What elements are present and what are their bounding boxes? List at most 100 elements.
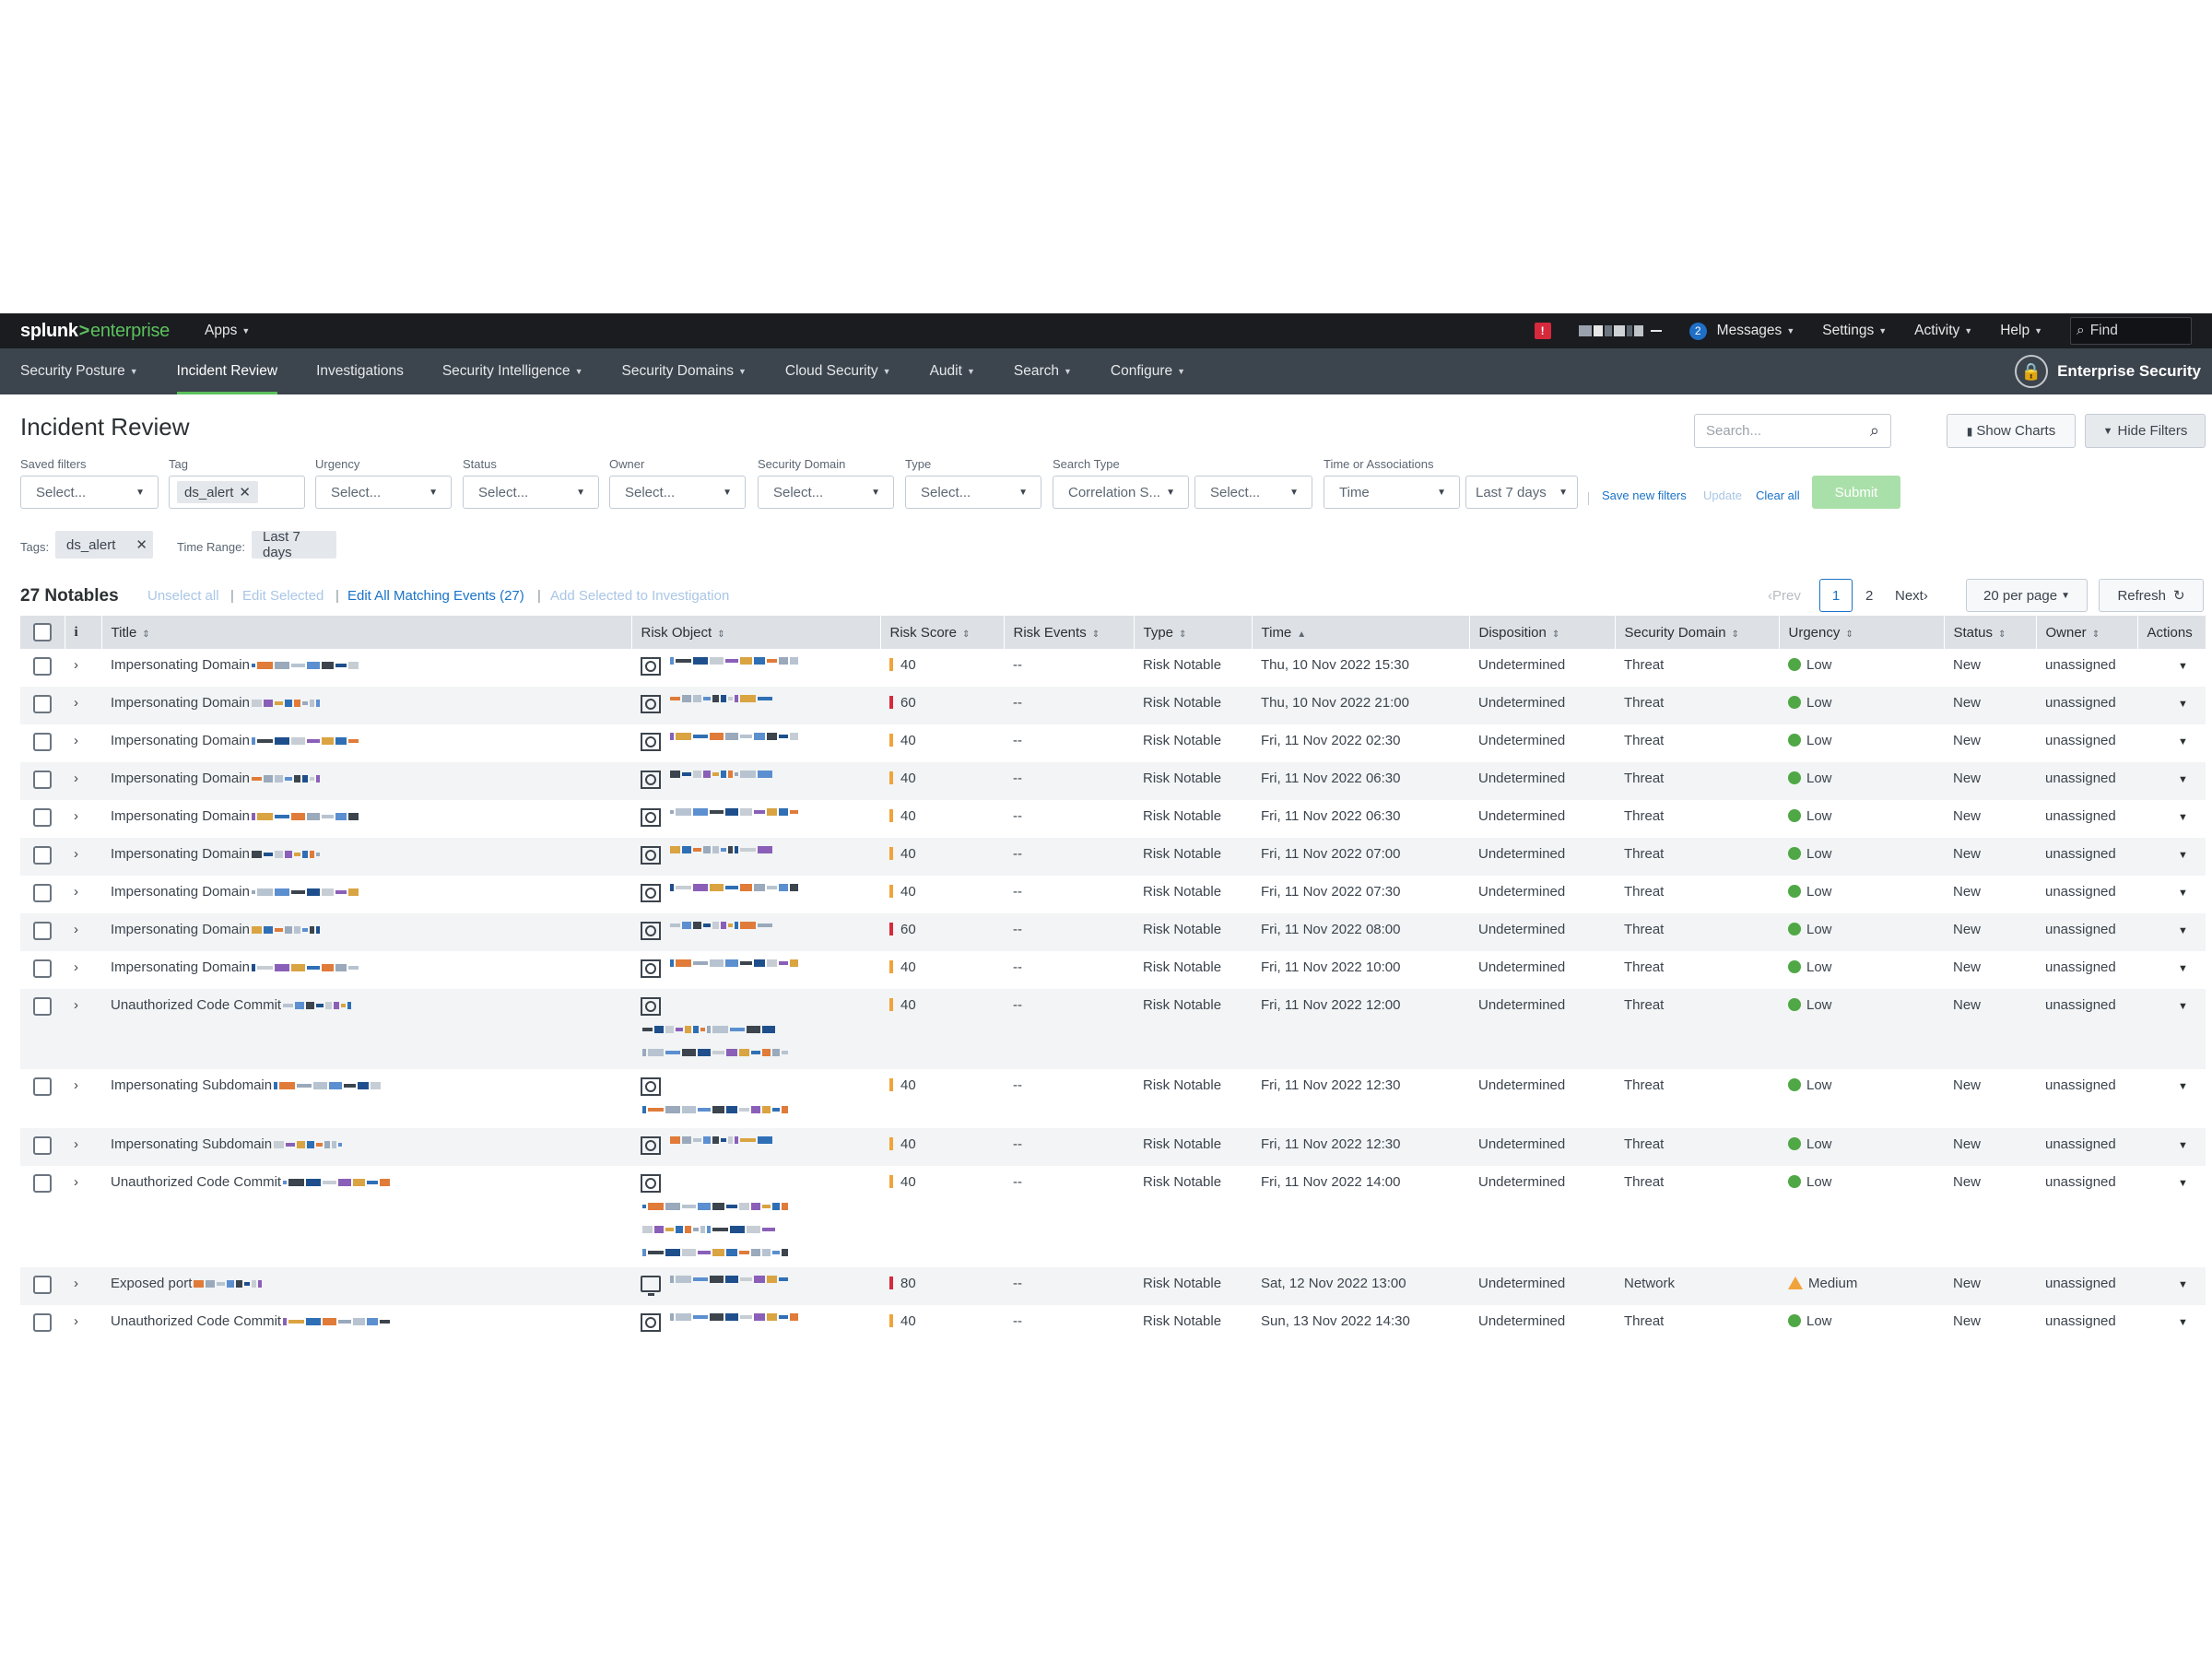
urgency-cell[interactable]: Medium <box>1779 1267 1944 1305</box>
disposition-cell[interactable]: Undetermined <box>1469 1305 1615 1343</box>
alert-icon[interactable]: ! <box>1534 323 1551 339</box>
risk-object[interactable] <box>641 808 880 827</box>
disposition-cell[interactable]: Undetermined <box>1469 800 1615 838</box>
actions-dropdown-icon[interactable]: ▼ <box>2178 1279 2188 1290</box>
chevron-right-icon[interactable]: › <box>74 657 78 673</box>
edit-all-matching-link[interactable]: Edit All Matching Events (27) <box>347 588 524 604</box>
urgency-cell[interactable]: Low <box>1779 687 1944 724</box>
owner-cell[interactable]: unassigned <box>2036 1069 2137 1128</box>
nav-investigations[interactable]: Investigations <box>316 348 404 394</box>
status-select[interactable]: Select... ▼ <box>463 476 599 509</box>
settings-menu[interactable]: Settings ▼ <box>1822 323 1887 339</box>
actions-dropdown-icon[interactable]: ▼ <box>2178 1140 2188 1151</box>
col-risk-events[interactable]: Risk Events ⇕ <box>1004 616 1135 649</box>
row-checkbox[interactable] <box>33 808 52 827</box>
disposition-cell[interactable]: Undetermined <box>1469 687 1615 724</box>
risk-object[interactable] <box>641 846 880 865</box>
urgency-select[interactable]: Select... ▼ <box>315 476 452 509</box>
status-cell[interactable]: New <box>1944 649 2036 687</box>
row-checkbox[interactable] <box>33 695 52 713</box>
search-type-secondary-select[interactable]: Select... ▼ <box>1194 476 1312 509</box>
nav-incident-review[interactable]: Incident Review <box>176 348 278 394</box>
owner-cell[interactable]: unassigned <box>2036 1128 2137 1166</box>
risk-object[interactable] <box>641 959 880 978</box>
submit-button[interactable]: Submit <box>1812 476 1900 509</box>
hide-filters-button[interactable]: ▼ Hide Filters <box>2085 414 2206 448</box>
title-cell[interactable]: Impersonating Domain <box>101 838 631 876</box>
col-time[interactable]: Time ▲ <box>1252 616 1470 649</box>
risk-object[interactable] <box>641 1174 880 1260</box>
title-cell[interactable]: Exposed port <box>101 1267 631 1305</box>
urgency-cell[interactable]: Low <box>1779 1069 1944 1128</box>
chevron-right-icon[interactable]: › <box>74 884 78 900</box>
row-checkbox[interactable] <box>33 657 52 676</box>
update-link[interactable]: Update <box>1703 488 1742 502</box>
row-checkbox[interactable] <box>33 959 52 978</box>
nav-security-posture[interactable]: Security Posture ▼ <box>20 348 138 394</box>
owner-cell[interactable]: unassigned <box>2036 838 2137 876</box>
table-row[interactable]: › Impersonating Domain 40 -- Risk Notable Fri… <box>20 838 2206 876</box>
actions-dropdown-icon[interactable]: ▼ <box>2178 963 2188 974</box>
actions-dropdown-icon[interactable]: ▼ <box>2178 661 2188 672</box>
status-cell[interactable]: New <box>1944 687 2036 724</box>
activity-menu[interactable]: Activity ▼ <box>1914 323 1972 339</box>
title-cell[interactable]: Impersonating Domain <box>101 724 631 762</box>
table-row[interactable]: › Impersonating Domain 60 -- Risk Notable Fri… <box>20 913 2206 951</box>
nav-configure[interactable]: Configure ▼ <box>1111 348 1185 394</box>
nav-security-intelligence[interactable]: Security Intelligence ▼ <box>442 348 583 394</box>
actions-dropdown-icon[interactable]: ▼ <box>2178 850 2188 861</box>
title-cell[interactable]: Impersonating Domain <box>101 800 631 838</box>
col-type[interactable]: Type ⇕ <box>1134 616 1253 649</box>
chevron-right-icon[interactable]: › <box>74 959 78 975</box>
risk-object[interactable] <box>641 657 880 676</box>
owner-cell[interactable]: unassigned <box>2036 1305 2137 1343</box>
urgency-cell[interactable]: Low <box>1779 1128 1944 1166</box>
table-row[interactable]: › Impersonating Domain 40 -- Risk Notable Fri… <box>20 724 2206 762</box>
urgency-cell[interactable]: Low <box>1779 838 1944 876</box>
next-page-link[interactable]: Next› <box>1895 588 1928 604</box>
show-charts-button[interactable]: ▮ Show Charts <box>1947 414 2076 448</box>
owner-cell[interactable]: unassigned <box>2036 876 2137 913</box>
messages-menu[interactable]: 2 Messages ▼ <box>1688 322 1794 340</box>
owner-cell[interactable]: unassigned <box>2036 687 2137 724</box>
owner-select[interactable]: Select... ▼ <box>609 476 746 509</box>
disposition-cell[interactable]: Undetermined <box>1469 838 1615 876</box>
nav-security-domains[interactable]: Security Domains ▼ <box>621 348 746 394</box>
chevron-right-icon[interactable]: › <box>74 1077 78 1093</box>
title-cell[interactable]: Impersonating Domain <box>101 762 631 800</box>
urgency-cell[interactable]: Low <box>1779 649 1944 687</box>
search-type-select[interactable]: Correlation S... ▼ <box>1053 476 1189 509</box>
close-icon[interactable]: ✕ <box>239 484 251 500</box>
status-cell[interactable]: New <box>1944 1069 2036 1128</box>
disposition-cell[interactable]: Undetermined <box>1469 1267 1615 1305</box>
add-to-investigation-link[interactable]: Add Selected to Investigation <box>550 588 729 604</box>
actions-dropdown-icon[interactable]: ▼ <box>2178 736 2188 747</box>
title-cell[interactable]: Impersonating Domain <box>101 951 631 989</box>
chevron-right-icon[interactable]: › <box>74 922 78 937</box>
status-cell[interactable]: New <box>1944 838 2036 876</box>
table-row[interactable]: › Impersonating Subdomain 40 -- Risk Notable… <box>20 1128 2206 1166</box>
chevron-right-icon[interactable]: › <box>74 733 78 748</box>
time-range-picker[interactable]: Last 7 days ▼ <box>1465 476 1578 509</box>
owner-cell[interactable]: unassigned <box>2036 989 2137 1069</box>
title-cell[interactable]: Unauthorized Code Commit <box>101 1305 631 1343</box>
disposition-cell[interactable]: Undetermined <box>1469 1128 1615 1166</box>
risk-object[interactable] <box>641 1136 880 1155</box>
chevron-right-icon[interactable]: › <box>74 997 78 1013</box>
owner-cell[interactable]: unassigned <box>2036 724 2137 762</box>
actions-dropdown-icon[interactable]: ▼ <box>2178 1081 2188 1092</box>
per-page-select[interactable]: 20 per page ▼ <box>1966 579 2088 612</box>
title-cell[interactable]: Unauthorized Code Commit <box>101 1166 631 1267</box>
page-1-button[interactable]: 1 <box>1819 579 1853 612</box>
status-cell[interactable]: New <box>1944 989 2036 1069</box>
owner-cell[interactable]: unassigned <box>2036 913 2137 951</box>
urgency-cell[interactable]: Low <box>1779 724 1944 762</box>
time-select[interactable]: Time ▼ <box>1324 476 1460 509</box>
owner-cell[interactable]: unassigned <box>2036 951 2137 989</box>
apps-menu[interactable]: Apps ▼ <box>205 323 250 339</box>
page-2-button[interactable]: 2 <box>1865 588 1873 604</box>
status-cell[interactable]: New <box>1944 876 2036 913</box>
disposition-cell[interactable]: Undetermined <box>1469 913 1615 951</box>
nav-cloud-security[interactable]: Cloud Security ▼ <box>785 348 891 394</box>
title-cell[interactable]: Impersonating Domain <box>101 649 631 687</box>
